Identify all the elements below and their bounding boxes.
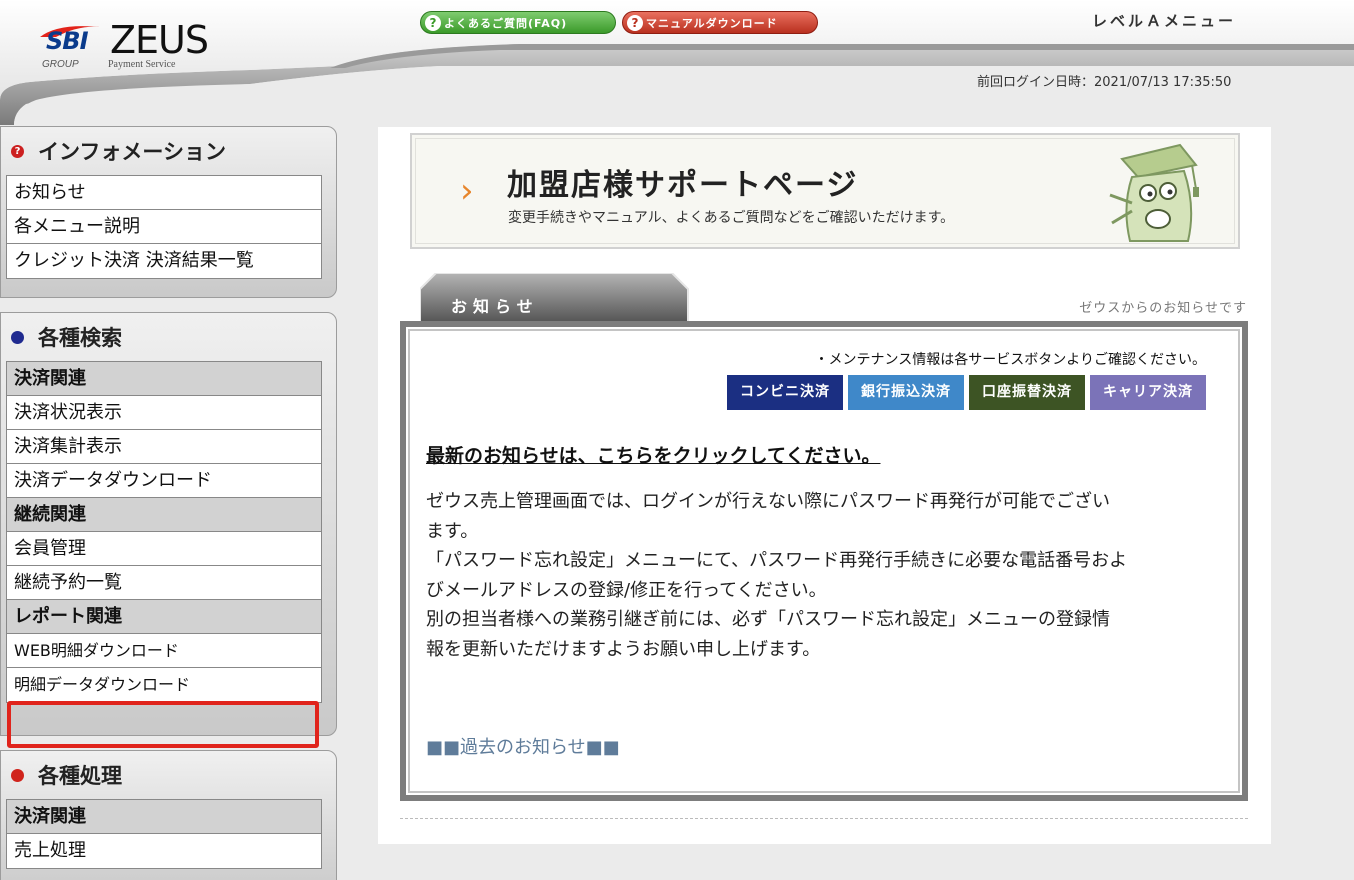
maintenance-note: ・メンテナンス情報は各サービスボタンよりご確認ください。 xyxy=(814,352,1206,368)
level-menu-title: レベルＡメニュー xyxy=(1092,12,1237,30)
search-menu: 決済関連 決済状況表示 決済集計表示 決済データダウンロード 継続関連 会員管理… xyxy=(6,361,322,703)
main-content: › 加盟店様サポートページ 変更手続きやマニュアル、よくあるご質問などをご確認い… xyxy=(378,127,1271,844)
notice-body-line: ゼウス売上管理画面では、ログインが行えない際にパスワード再発行が可能でござい xyxy=(426,491,1110,512)
header: SBI ZEUS GROUP Payment Service ? よくあるご質問… xyxy=(0,0,1354,125)
support-banner-title: 加盟店様サポートページ xyxy=(507,168,859,203)
notice-body-line: 別の担当者様への業務引継ぎ前には、必ず「パスワード忘れ設定」メニューの登録情 xyxy=(426,609,1110,631)
logo-payment-text: Payment Service xyxy=(108,59,176,70)
latest-notice-link[interactable]: 最新のお知らせは、こちらをクリックしてください。 xyxy=(426,441,880,468)
sidebar-item-credit-results[interactable]: クレジット決済 決済結果一覧 xyxy=(7,244,321,278)
logo-group-text: GROUP xyxy=(42,59,79,70)
notice-body-line: 報を更新いただけますようお願い申し上げます。 xyxy=(426,638,821,660)
account-transfer-payment-button[interactable]: 口座振替決済 xyxy=(969,375,1085,410)
notice-body: ゼウス売上管理画面では、ログインが行えない際にパスワード再発行が可能でござい ま… xyxy=(426,487,1226,665)
past-notices-link[interactable]: ■■過去のお知らせ■■ xyxy=(426,733,620,759)
zeus-logo[interactable]: SBI ZEUS GROUP Payment Service xyxy=(38,16,209,76)
processing-menu: 決済関連 売上処理 xyxy=(6,799,322,869)
category-subscription: 継続関連 xyxy=(7,498,321,532)
sidebar-item-payment-summary[interactable]: 決済集計表示 xyxy=(7,430,321,464)
sidebar-item-web-statement-download[interactable]: WEB明細ダウンロード xyxy=(7,634,321,668)
processing-title-label: 各種処理 xyxy=(38,764,122,788)
bank-transfer-payment-button[interactable]: 銀行振込決済 xyxy=(848,375,964,410)
service-buttons: コンビニ決済 銀行振込決済 口座振替決済 キャリア決済 xyxy=(727,375,1206,410)
logo-sbi-text: SBI xyxy=(46,27,89,55)
manual-download-button[interactable]: ? マニュアルダウンロード xyxy=(622,11,818,34)
notice-body-line: ます。 xyxy=(426,520,479,542)
sidebar-item-member-management[interactable]: 会員管理 xyxy=(7,532,321,566)
processing-panel: 各種処理 決済関連 売上処理 xyxy=(0,750,337,880)
notice-body-line: 「パスワード忘れ設定」メニューにて、パスワード再発行手続きに必要な電話番号およ xyxy=(426,550,1128,572)
information-menu: お知らせ 各メニュー説明 クレジット決済 決済結果一覧 xyxy=(6,175,322,279)
search-title-label: 各種検索 xyxy=(38,326,122,350)
category-report: レポート関連 xyxy=(7,600,321,634)
category-payment: 決済関連 xyxy=(7,362,321,396)
notice-body-line: びメールアドレスの登録/修正を行ってください。 xyxy=(426,579,827,601)
information-panel-title: ? インフォメーション xyxy=(1,127,336,175)
logo-zeus-text: ZEUS xyxy=(110,18,209,62)
notice-subtitle: ゼウスからのお知らせです xyxy=(1079,301,1247,316)
search-panel: 各種検索 決済関連 決済状況表示 決済集計表示 決済データダウンロード 継続関連… xyxy=(0,312,337,736)
notice-box: ・メンテナンス情報は各サービスボタンよりご確認ください。 コンビニ決済 銀行振込… xyxy=(400,321,1248,801)
question-icon: ? xyxy=(627,14,643,31)
tab-notices[interactable]: お知らせ xyxy=(451,293,539,317)
manual-button-label: マニュアルダウンロード xyxy=(646,16,778,30)
convenience-store-payment-button[interactable]: コンビニ決済 xyxy=(727,375,843,410)
sidebar-item-statement-data-download[interactable]: 明細データダウンロード xyxy=(7,668,321,702)
information-title-label: インフォメーション xyxy=(38,140,226,164)
red-bullet-icon xyxy=(11,768,24,782)
question-icon: ? xyxy=(425,14,441,31)
faq-button[interactable]: ? よくあるご質問(FAQ) xyxy=(420,11,616,34)
processing-panel-title: 各種処理 xyxy=(1,751,336,799)
sidebar-item-notices[interactable]: お知らせ xyxy=(7,176,321,210)
sidebar-item-payment-data-download[interactable]: 決済データダウンロード xyxy=(7,464,321,498)
info-question-icon: ? xyxy=(11,144,24,158)
sidebar-item-subscription-reservations[interactable]: 継続予約一覧 xyxy=(7,566,321,600)
carrier-payment-button[interactable]: キャリア決済 xyxy=(1090,375,1206,410)
dashed-divider xyxy=(400,818,1248,819)
blue-bullet-icon xyxy=(11,330,24,344)
support-banner-description: 変更手続きやマニュアル、よくあるご質問などをご確認いただけます。 xyxy=(508,210,955,226)
sidebar-item-payment-status[interactable]: 決済状況表示 xyxy=(7,396,321,430)
category-payment: 決済関連 xyxy=(7,800,321,834)
sidebar-item-menu-guide[interactable]: 各メニュー説明 xyxy=(7,210,321,244)
faq-button-label: よくあるご質問(FAQ) xyxy=(444,16,568,30)
last-login-time: 前回ログイン日時：2021/07/13 17:35:50 xyxy=(977,75,1232,90)
search-panel-title: 各種検索 xyxy=(1,313,336,361)
chevron-right-icon: › xyxy=(460,171,474,211)
mascot-graduate-icon xyxy=(1109,143,1199,242)
support-page-banner[interactable]: › 加盟店様サポートページ 変更手続きやマニュアル、よくあるご質問などをご確認い… xyxy=(410,133,1240,249)
sidebar: ? インフォメーション お知らせ 各メニュー説明 クレジット決済 決済結果一覧 … xyxy=(0,126,340,880)
sidebar-item-sales-processing[interactable]: 売上処理 xyxy=(7,834,321,868)
information-panel: ? インフォメーション お知らせ 各メニュー説明 クレジット決済 決済結果一覧 xyxy=(0,126,337,298)
